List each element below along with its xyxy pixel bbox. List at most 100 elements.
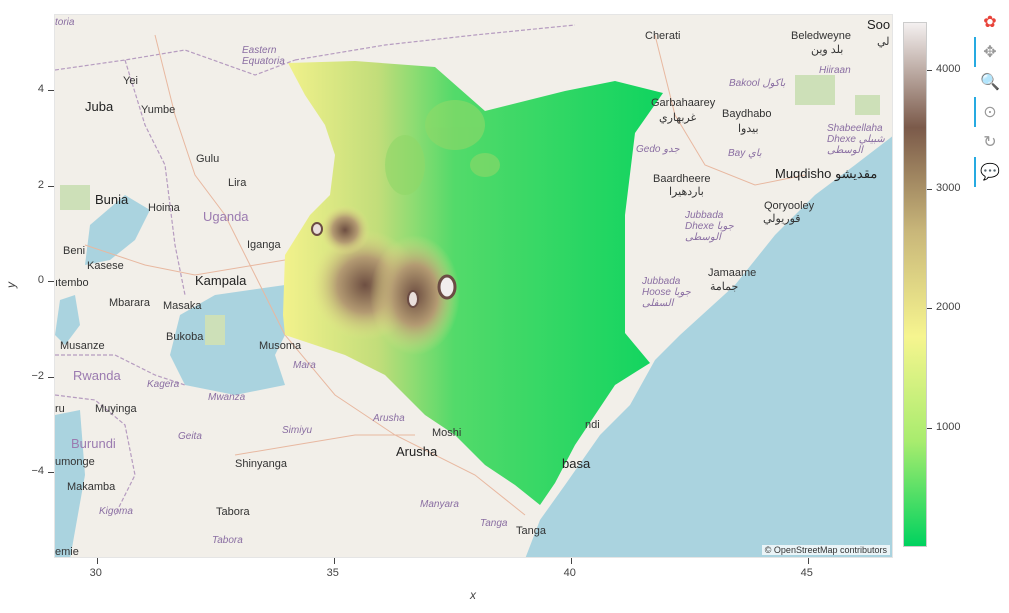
y-tick-label: −4	[31, 465, 44, 478]
map-plot[interactable]: Juba Eastern Equatoria Yei Yumbe Gulu Lira Bun…	[54, 14, 893, 558]
map-label: Uganda	[203, 209, 249, 224]
map-label: Bay باي	[728, 148, 762, 159]
reset-tool-icon-glyph: ↻	[983, 134, 997, 151]
map-label: Manyara	[420, 499, 459, 510]
map-label: جمامة	[710, 281, 739, 293]
x-tick-label: 45	[800, 567, 813, 579]
map-label: Baydhabo	[722, 108, 772, 120]
hover-tool-icon-glyph: 💬	[980, 164, 1000, 181]
map-label: Bukoba	[166, 331, 204, 343]
map-label: Mwanza	[208, 392, 246, 403]
colorbar-tick-mark	[927, 427, 932, 429]
map-label: Muqdisho مقديشو	[775, 166, 878, 181]
map-label: Jubbada Dhexe جوبا الوسطى	[685, 210, 734, 243]
hover-tool-icon[interactable]: 💬	[974, 157, 1002, 187]
map-label: Lira	[228, 177, 247, 189]
y-tick-label: 0	[37, 274, 44, 287]
box-zoom-tool-icon-glyph: 🔍	[980, 74, 1000, 91]
colorbar	[903, 22, 927, 547]
map-label: Rwanda	[73, 368, 121, 383]
basemap	[55, 24, 892, 557]
map-label: Beni	[63, 245, 86, 257]
map-label: Mbarara	[109, 297, 150, 309]
colorbar-tick-label: 1000	[936, 420, 961, 433]
map-label: Musoma	[259, 340, 302, 352]
map-label: Gulu	[196, 153, 220, 165]
map-label: Musanze	[60, 340, 105, 352]
wheel-zoom-tool-icon[interactable]: ⊙	[974, 97, 1002, 127]
colorbar-tick-mark	[927, 308, 932, 310]
y-tick-mark	[48, 281, 54, 283]
map-label: Eastern Equatoria	[242, 45, 285, 67]
x-axis-title: x	[470, 588, 476, 602]
map-label: لي	[877, 36, 890, 48]
map-label: Gedo جدو	[636, 144, 680, 155]
x-tick-label: 40	[563, 567, 576, 579]
map-label: Hoima	[148, 202, 180, 214]
x-tick-mark	[570, 558, 572, 564]
bokeh-logo-icon[interactable]: ✿	[978, 10, 1002, 34]
y-tick-mark	[48, 472, 54, 474]
map-label: Kagera	[147, 379, 180, 390]
colorbar-tick-label: 2000	[936, 301, 961, 314]
map-label: emie	[55, 546, 79, 558]
map-label: Juba	[85, 99, 114, 114]
wheel-zoom-tool-icon-glyph: ⊙	[983, 104, 997, 121]
map-label: ndi	[585, 419, 600, 431]
reset-tool-icon[interactable]: ↻	[978, 130, 1002, 154]
active-tool-indicator	[974, 97, 976, 127]
map-label: Muyinga	[95, 403, 137, 415]
map-label: Soo	[867, 17, 891, 32]
map-label: Garbahaarey	[651, 97, 716, 109]
map-label: Shinyanga	[235, 458, 287, 470]
map-label: umonge	[55, 456, 95, 468]
map-label: Burundi	[71, 436, 116, 451]
map-label: Baardheere	[653, 173, 711, 185]
map-label: Cherati	[645, 30, 681, 42]
map-label: Mara	[293, 360, 316, 371]
map-label: غربهاري	[659, 112, 697, 124]
colorbar-tick-mark	[927, 69, 932, 71]
map-label: Kampala	[195, 273, 247, 288]
map-label: Tabora	[212, 535, 243, 546]
map-label: ru	[55, 403, 65, 415]
map-label: Geita	[178, 431, 202, 442]
active-tool-indicator	[974, 157, 976, 187]
map-label: Moshi	[432, 427, 462, 439]
colorbar-tick-mark	[927, 189, 932, 191]
map-label: Tanga	[480, 518, 508, 529]
map-label: Beledweyne	[791, 30, 851, 42]
map-label: Arusha	[396, 444, 438, 459]
map-label: Bunia	[95, 192, 129, 207]
map-label: Qoryooley	[764, 200, 815, 212]
y-tick-mark	[48, 376, 54, 378]
y-tick-mark	[48, 185, 54, 187]
y-tick-label: 4	[37, 83, 44, 96]
map-label: Yei	[123, 75, 138, 87]
map-label: Arusha	[373, 413, 405, 424]
map-label: Iganga	[247, 239, 281, 251]
y-tick-label: −2	[31, 369, 44, 382]
box-zoom-tool-icon[interactable]: 🔍	[978, 70, 1002, 94]
map-label: ıtembo	[55, 277, 89, 289]
map-label: Hiiraan	[819, 65, 851, 76]
map-label: بلد وين	[811, 44, 844, 56]
map-label: Tanga	[516, 525, 546, 537]
map-label: Shabeellaha Dhexe شبيلي الوسطى	[827, 123, 885, 156]
colorbar-tick-label: 4000	[936, 62, 961, 75]
colorbar-tick-label: 3000	[936, 182, 961, 195]
map-label: Masaka	[163, 300, 202, 312]
map-label: Jamaame	[708, 267, 757, 279]
y-axis-title: y	[4, 282, 18, 288]
map-label: basa	[562, 456, 591, 471]
map-label: قوريولي	[763, 213, 801, 225]
x-tick-label: 35	[326, 567, 339, 579]
map-label: بيدوا	[738, 123, 759, 135]
map-label: Jubbada Hoose جوبا السفلى	[642, 276, 691, 309]
map-attribution[interactable]: © OpenStreetMap contributors	[761, 545, 890, 555]
pan-tool-icon[interactable]: ✥	[974, 37, 1002, 67]
y-tick-label: 2	[37, 178, 44, 191]
map-label: Makamba	[67, 481, 116, 493]
map-label: Bakool باكول	[729, 78, 786, 89]
map-label: Tabora	[216, 506, 250, 518]
